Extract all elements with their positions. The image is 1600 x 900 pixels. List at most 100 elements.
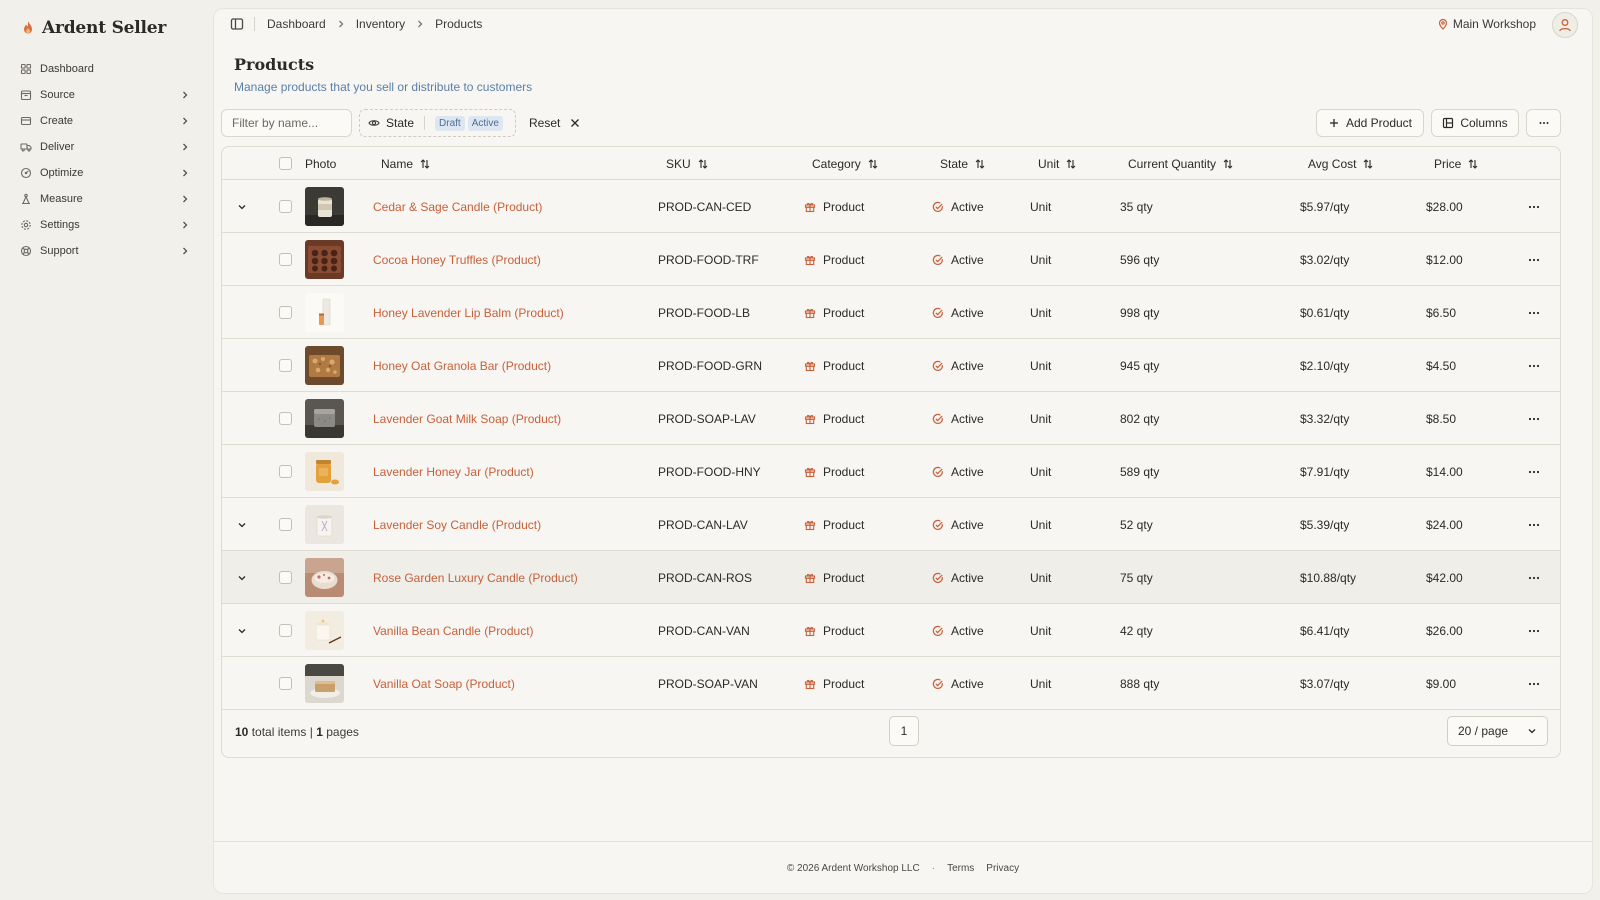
row-actions-icon[interactable]	[1527, 253, 1541, 267]
quantity-cell: 596 qty	[1120, 252, 1160, 267]
row-checkbox[interactable]	[279, 518, 292, 531]
add-product-button[interactable]: Add Product	[1316, 109, 1424, 137]
row-actions-icon[interactable]	[1527, 624, 1541, 638]
table-row[interactable]: Lavender Soy Candle (Product) PROD-CAN-LA…	[222, 498, 1560, 551]
column-header-qty[interactable]: Current Quantity	[1128, 147, 1234, 180]
sidebar-item-measure[interactable]: Measure	[12, 186, 198, 212]
table-row[interactable]: Honey Oat Granola Bar (Product) PROD-FOOD…	[222, 339, 1560, 392]
sidebar-item-deliver[interactable]: Deliver	[12, 134, 198, 160]
product-name-link[interactable]: Vanilla Oat Soap (Product)	[373, 657, 515, 710]
sidebar-item-dashboard[interactable]: Dashboard	[12, 56, 198, 82]
product-photo[interactable]	[305, 399, 344, 438]
more-options-button[interactable]	[1526, 109, 1561, 137]
row-actions-icon[interactable]	[1527, 465, 1541, 479]
terms-link[interactable]: Terms	[947, 863, 974, 874]
state-filter-divider	[424, 116, 426, 130]
page-button-1[interactable]: 1	[889, 716, 919, 746]
product-name-link[interactable]: Lavender Soy Candle (Product)	[373, 498, 541, 551]
chevron-right-icon	[180, 168, 190, 178]
column-header-name[interactable]: Name	[381, 147, 431, 180]
product-photo[interactable]	[305, 293, 344, 332]
gift-icon	[804, 307, 816, 319]
filter-name-input[interactable]	[221, 109, 352, 137]
state-label: Active	[951, 252, 984, 267]
chevron-down-icon[interactable]	[236, 519, 248, 531]
location-selector[interactable]: Main Workshop	[1437, 17, 1536, 31]
product-name-link[interactable]: Cedar & Sage Candle (Product)	[373, 180, 542, 233]
privacy-link[interactable]: Privacy	[986, 863, 1019, 874]
sidebar-item-create[interactable]: Create	[12, 108, 198, 134]
breadcrumb-item-inventory[interactable]: Inventory	[356, 17, 405, 31]
sidebar-toggle-icon[interactable]	[230, 17, 244, 31]
table-row[interactable]: Vanilla Bean Candle (Product) PROD-CAN-VA…	[222, 604, 1560, 657]
table-row[interactable]: Rose Garden Luxury Candle (Product) PROD-…	[222, 551, 1560, 604]
column-header-sku[interactable]: SKU	[666, 147, 709, 180]
scale-icon	[20, 193, 32, 205]
sidebar-item-settings[interactable]: Settings	[12, 212, 198, 238]
breadcrumb-item-dashboard[interactable]: Dashboard	[267, 17, 326, 31]
column-header-avg-cost[interactable]: Avg Cost	[1308, 147, 1374, 180]
select-all-checkbox[interactable]	[279, 157, 292, 170]
sidebar-item-optimize[interactable]: Optimize	[12, 160, 198, 186]
table-row[interactable]: Vanilla Oat Soap (Product) PROD-SOAP-VAN P…	[222, 657, 1560, 710]
chevron-down-icon[interactable]	[236, 201, 248, 213]
state-filter-button[interactable]: State Draft Active	[359, 109, 516, 137]
sidebar-item-source[interactable]: Source	[12, 82, 198, 108]
column-header-state[interactable]: State	[940, 147, 986, 180]
row-actions-icon[interactable]	[1527, 412, 1541, 426]
product-photo[interactable]	[305, 452, 344, 491]
product-name-link[interactable]: Cocoa Honey Truffles (Product)	[373, 233, 541, 286]
sku-cell: PROD-FOOD-TRF	[658, 252, 759, 267]
product-name-link[interactable]: Vanilla Bean Candle (Product)	[373, 604, 534, 657]
category-cell: Product	[804, 445, 864, 498]
column-header-unit[interactable]: Unit	[1038, 147, 1077, 180]
product-photo[interactable]	[305, 505, 344, 544]
row-actions-icon[interactable]	[1527, 200, 1541, 214]
row-actions-icon[interactable]	[1527, 359, 1541, 373]
row-actions-icon[interactable]	[1527, 677, 1541, 691]
row-actions-icon[interactable]	[1527, 306, 1541, 320]
user-avatar[interactable]	[1552, 12, 1578, 38]
column-header-price[interactable]: Price	[1434, 147, 1479, 180]
product-photo[interactable]	[305, 187, 344, 226]
add-product-label: Add Product	[1345, 116, 1413, 130]
row-actions-icon[interactable]	[1527, 518, 1541, 532]
product-name-link[interactable]: Lavender Goat Milk Soap (Product)	[373, 392, 561, 445]
per-page-select[interactable]: 20 / page	[1447, 716, 1548, 746]
table-row[interactable]: Cedar & Sage Candle (Product) PROD-CAN-CE…	[222, 180, 1560, 233]
product-name-link[interactable]: Lavender Honey Jar (Product)	[373, 445, 534, 498]
product-photo[interactable]	[305, 611, 344, 650]
row-actions-icon[interactable]	[1527, 571, 1541, 585]
brand[interactable]: Ardent Seller	[20, 18, 198, 38]
row-checkbox[interactable]	[279, 253, 292, 266]
table-row[interactable]: Honey Lavender Lip Balm (Product) PROD-FO…	[222, 286, 1560, 339]
product-photo[interactable]	[305, 346, 344, 385]
reset-filters-button[interactable]: Reset	[529, 109, 580, 137]
table-row[interactable]: Lavender Honey Jar (Product) PROD-FOOD-HN…	[222, 445, 1560, 498]
product-photo[interactable]	[305, 664, 344, 703]
row-checkbox[interactable]	[279, 465, 292, 478]
row-checkbox[interactable]	[279, 359, 292, 372]
row-checkbox[interactable]	[279, 571, 292, 584]
columns-button[interactable]: Columns	[1431, 109, 1519, 137]
product-photo[interactable]	[305, 558, 344, 597]
product-name-link[interactable]: Honey Oat Granola Bar (Product)	[373, 339, 551, 392]
sidebar-item-support[interactable]: Support	[12, 238, 198, 264]
table-row[interactable]: Cocoa Honey Truffles (Product) PROD-FOOD-…	[222, 233, 1560, 286]
row-checkbox[interactable]	[279, 200, 292, 213]
category-cell: Product	[804, 339, 864, 392]
product-name-link[interactable]: Rose Garden Luxury Candle (Product)	[373, 551, 578, 604]
row-checkbox[interactable]	[279, 306, 292, 319]
quantity-cell: 888 qty	[1120, 676, 1160, 691]
column-header-category[interactable]: Category	[812, 147, 879, 180]
chevron-down-icon[interactable]	[236, 572, 248, 584]
table-row[interactable]: Lavender Goat Milk Soap (Product) PROD-SO…	[222, 392, 1560, 445]
layers-icon	[20, 115, 32, 127]
avg-cost-cell: $5.97/qty	[1300, 199, 1350, 214]
product-name-link[interactable]: Honey Lavender Lip Balm (Product)	[373, 286, 564, 339]
row-checkbox[interactable]	[279, 677, 292, 690]
chevron-down-icon[interactable]	[236, 625, 248, 637]
product-photo[interactable]	[305, 240, 344, 279]
row-checkbox[interactable]	[279, 412, 292, 425]
row-checkbox[interactable]	[279, 624, 292, 637]
